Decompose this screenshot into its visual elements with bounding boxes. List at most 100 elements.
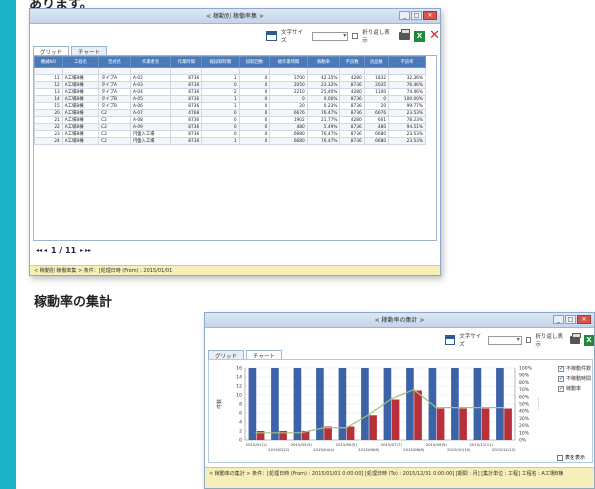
- x-tick-label: 2015/02(2): [268, 447, 290, 452]
- table-cell: 8736: [339, 137, 365, 145]
- print-icon[interactable]: [569, 333, 581, 344]
- table-row[interactable]: 12 A工場B棟 タイプA A-03 8736 0 0 2050 23.32% 8736 2035 7…: [34, 81, 426, 89]
- wrap-checkbox[interactable]: [525, 337, 532, 343]
- table-cell: A工場B棟: [61, 102, 100, 110]
- table-cell: A工場B棟: [61, 74, 100, 82]
- legend-checkbox[interactable]: [558, 375, 564, 382]
- column-header[interactable]: 総段取時間: [201, 56, 240, 68]
- pager-page: 1 / 11: [50, 246, 77, 255]
- table-row[interactable]: 24 A工場B棟 C2 円盤入工場 8736 1 0 6680 76.47% 8736 6680 23…: [34, 137, 426, 145]
- y-left-tick-label: 16: [236, 366, 242, 372]
- column-header[interactable]: 不良数: [339, 56, 365, 68]
- column-header[interactable]: 良品数: [363, 56, 390, 68]
- table-row[interactable]: 20 A工場B棟 C2 A-07 4768 0 0 6676 76.47% 8736 6676 23.…: [34, 109, 426, 117]
- y-left-axis-label: 件数: [216, 399, 223, 409]
- y-right-tick-label: 30%: [519, 416, 530, 422]
- legend-item[interactable]: 不稼動時間: [558, 375, 591, 382]
- excel-export-icon[interactable]: X: [414, 30, 426, 42]
- column-header[interactable]: 機械NO: [34, 56, 63, 68]
- table-cell: C2: [98, 123, 131, 131]
- show-table-toggle[interactable]: 表を表示: [557, 454, 585, 461]
- grid-window: < 稼動別 稼働率集 > _ □ ✕ 文字サイズ 折り返し表示 X ✕ グリッド…: [29, 8, 441, 276]
- maximize-button[interactable]: □: [565, 315, 576, 324]
- point-utilization-rate: [345, 426, 348, 429]
- excel-export-icon[interactable]: X: [583, 334, 594, 346]
- column-header[interactable]: 型式名: [98, 56, 131, 68]
- x-tick-label: 2015/07(7): [381, 442, 403, 447]
- x-tick-label: 2015/05(5): [336, 442, 358, 447]
- pager: ◂◂ ◂ 1 / 11 ▸ ▸▸: [36, 246, 91, 255]
- minimize-button[interactable]: _: [399, 11, 410, 20]
- table-cell: 0: [201, 116, 240, 124]
- table-cell: 13: [34, 88, 63, 96]
- table-row[interactable]: 23 A工場B棟 C2 円盤入工場 8736 0 0 6680 76.47% 8736 6680 23…: [34, 130, 426, 138]
- table-row[interactable]: 10 A工場B棟 タイプA A-01 8736 0 0 8736: [34, 67, 426, 75]
- table-cell: 8736: [339, 123, 365, 131]
- column-header[interactable]: 工程名: [61, 56, 100, 68]
- font-size-select[interactable]: [312, 31, 349, 41]
- maximize-button[interactable]: □: [411, 11, 422, 20]
- table-cell: 78.23%: [388, 116, 426, 124]
- table-cell: C2: [98, 130, 131, 138]
- font-size-select[interactable]: [488, 335, 522, 345]
- legend-item[interactable]: 不稼動件数: [558, 365, 591, 372]
- table-cell: 8736: [170, 130, 203, 138]
- chart-window-titlebar[interactable]: < 稼動率の集計 > _ □ ✕: [205, 313, 594, 328]
- close-x-icon[interactable]: ✕: [429, 29, 440, 42]
- column-header[interactable]: 段取回数: [238, 56, 271, 68]
- point-utilization-rate: [457, 406, 460, 409]
- wrap-checkbox[interactable]: [352, 33, 359, 39]
- column-header[interactable]: 不良率: [388, 56, 426, 68]
- chart-window: < 稼動率の集計 > _ □ ✕ 文字サイズ 折り返し表示 X グリッド チャー…: [204, 312, 595, 489]
- column-header[interactable]: 作業時間: [170, 56, 203, 68]
- column-header[interactable]: 作業者名: [129, 56, 172, 68]
- close-button[interactable]: ✕: [423, 11, 437, 20]
- print-icon[interactable]: [399, 29, 411, 40]
- table-cell: A-07: [129, 109, 172, 117]
- table-row[interactable]: 15 A工場B棟 タイプB A-06 8736 1 0 20 0.23% 8736 20 99.77%: [34, 102, 426, 110]
- table-cell: C2: [98, 137, 131, 145]
- table-row[interactable]: 21 A工場B棟 C2 A-08 8736 0 0 1902 21.77% 4280 601 78.2…: [34, 116, 426, 124]
- table-row[interactable]: 13 A工場B棟 タイプA A-04 8736 2 0 2210 25.40% 4280 1100 7…: [34, 88, 426, 96]
- table-row[interactable]: 22 A工場B棟 C2 A-09 8736 0 0 480 5.49% 8736 480 94.51%: [34, 123, 426, 131]
- show-table-checkbox[interactable]: [557, 454, 563, 461]
- table-cell: 1832: [363, 74, 390, 82]
- grid-window-titlebar[interactable]: < 稼動別 稼働率集 > _ □ ✕: [30, 9, 440, 24]
- grid-window-title: < 稼動別 稼働率集 >: [206, 13, 264, 20]
- y-left-tick-label: 10: [236, 393, 242, 399]
- calendar-icon[interactable]: [266, 31, 277, 41]
- table-cell: 8736: [269, 67, 308, 75]
- table-cell: C2: [98, 116, 131, 124]
- table-cell: 23: [34, 130, 63, 138]
- minimize-button[interactable]: _: [553, 315, 564, 324]
- table-cell: 0: [238, 116, 271, 124]
- table-cell: 2: [201, 88, 240, 96]
- font-size-label: 文字サイズ: [459, 334, 482, 348]
- table-cell: 99.77%: [388, 102, 426, 110]
- column-header[interactable]: 総作業時間: [269, 56, 308, 68]
- table-row[interactable]: 11 A工場B棟 タイプA A-02 8736 1 0 3700 42.35% 4280 1832 3…: [34, 74, 426, 82]
- table-cell: 100.00%: [388, 95, 426, 103]
- legend-checkbox[interactable]: [558, 385, 564, 392]
- table-cell: 22: [34, 123, 63, 131]
- legend-item[interactable]: 稼動率: [558, 385, 591, 392]
- bar-nonoperating-time: [369, 415, 377, 440]
- table-row[interactable]: 14 A工場B棟 タイプB A-05 8736 1 0 0 0.00% 8736 0 100.00%: [34, 95, 426, 103]
- table-cell: 0: [201, 130, 240, 138]
- legend-checkbox[interactable]: [558, 365, 564, 372]
- table-cell: A-09: [129, 123, 172, 131]
- table-cell: [339, 67, 365, 75]
- table-cell: A工場B棟: [61, 116, 100, 124]
- table-cell: 23.53%: [388, 130, 426, 138]
- caption-utilization: 稼動率の集計: [34, 295, 113, 310]
- calendar-icon[interactable]: [445, 335, 456, 345]
- pager-prev[interactable]: ◂◂ ◂: [36, 247, 47, 254]
- table-cell: [363, 67, 390, 75]
- point-utilization-rate: [435, 406, 438, 409]
- close-button[interactable]: ✕: [577, 315, 591, 324]
- table-cell: タイプB: [98, 95, 131, 103]
- table-cell: A工場B棟: [61, 109, 100, 117]
- pager-next[interactable]: ▸ ▸▸: [80, 247, 91, 254]
- point-utilization-rate: [480, 406, 483, 409]
- column-header[interactable]: 稼動率: [306, 56, 341, 68]
